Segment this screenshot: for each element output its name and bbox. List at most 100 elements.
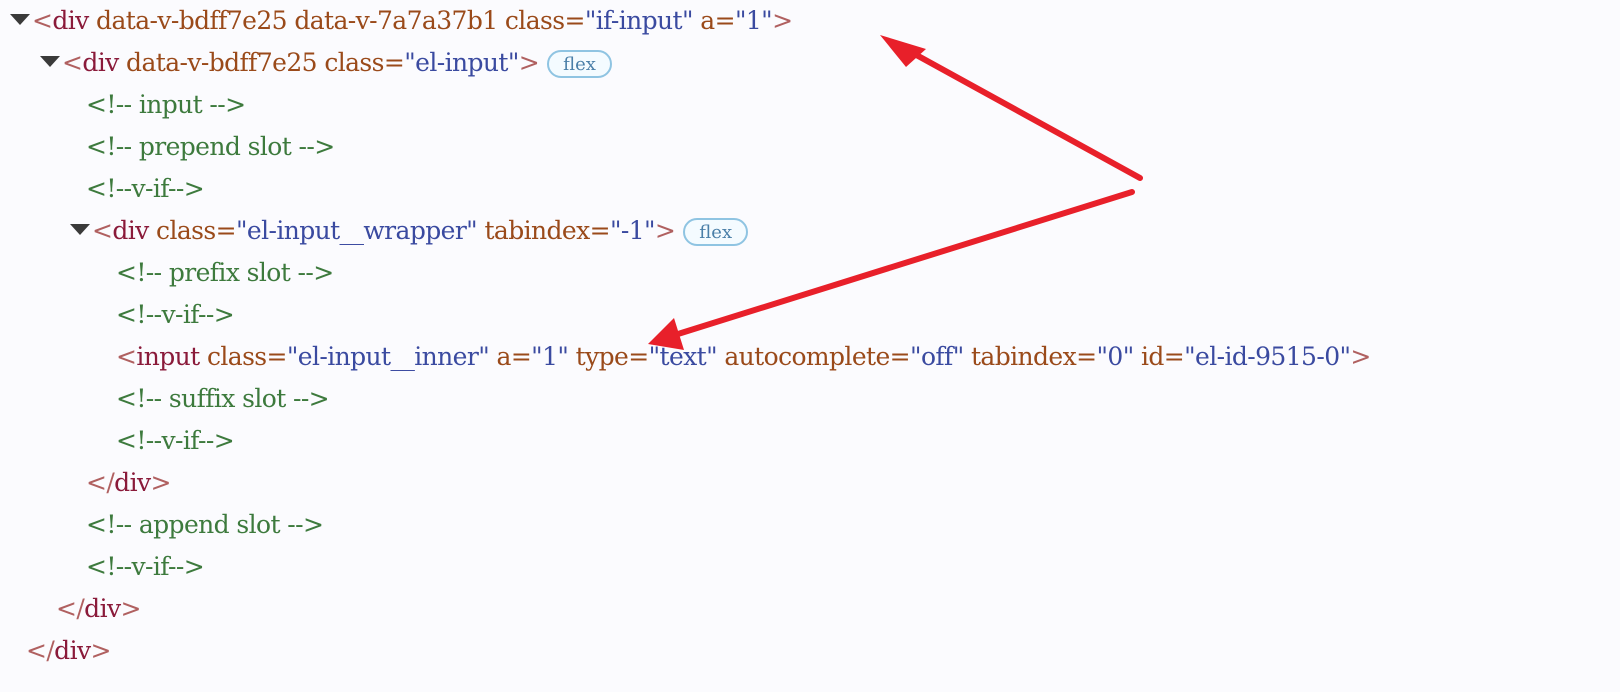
attribute-quote: " (910, 342, 922, 371)
dom-node-line[interactable]: <div class="el-input__wrapper" tabindex=… (70, 211, 749, 251)
attribute-quote: " (706, 342, 718, 371)
attribute-quote: " (557, 342, 569, 371)
attribute-equals: = (628, 342, 649, 371)
tag-name: div (84, 594, 121, 623)
attribute-quote: " (1184, 342, 1196, 371)
attribute-equals: = (383, 48, 405, 77)
dom-comment-line[interactable]: <!--v-if--> (116, 295, 235, 335)
attribute-equals: = (714, 6, 736, 35)
dom-comment-line[interactable]: <!-- input --> (86, 85, 246, 125)
attribute-quote: " (761, 6, 773, 35)
dom-comment-line[interactable]: <!--v-if--> (86, 547, 205, 587)
attribute-value: 1 (745, 6, 762, 35)
attribute-value: el-input__inner (297, 342, 479, 371)
attribute-name: id (1140, 342, 1164, 371)
bracket-open: </ (86, 468, 115, 497)
dom-node-line[interactable]: </div> (86, 463, 171, 503)
dom-node-line[interactable]: <div data-v-bdff7e25 data-v-7a7a37b1 cla… (10, 1, 793, 41)
tag-name: div (52, 6, 89, 35)
dom-node-line[interactable]: </div> (56, 589, 141, 629)
bracket-open: </ (26, 636, 55, 665)
attribute-value: -1 (620, 216, 645, 245)
dom-node-line[interactable]: <div data-v-bdff7e25 class="el-input"> fl… (40, 43, 612, 83)
attribute-name: type (575, 342, 629, 371)
attribute-quote: " (478, 342, 490, 371)
bracket-close: > (654, 216, 676, 245)
dom-comment-line[interactable]: <!--v-if--> (116, 421, 235, 461)
tag-name: div (114, 468, 151, 497)
tag-name: div (112, 216, 149, 245)
attribute-quote: " (584, 6, 597, 35)
attribute-value: 1 (542, 342, 558, 371)
attribute-equals: = (889, 342, 911, 371)
comment-text: <!--v-if--> (116, 426, 235, 455)
attribute-quote: " (682, 6, 694, 35)
attribute-equals: = (1163, 342, 1185, 371)
attribute-quote: " (952, 342, 965, 371)
attribute-quote: " (734, 6, 747, 35)
attribute-equals: = (266, 342, 288, 371)
attribute-quote: " (644, 216, 656, 245)
attribute-value: if-input (595, 6, 683, 35)
attribute-equals: = (1076, 342, 1097, 371)
tag-name: div (82, 48, 119, 77)
attribute-quote: " (404, 48, 416, 77)
expand-triangle-icon[interactable] (40, 56, 60, 67)
bracket-close: > (518, 48, 540, 77)
dom-node-line[interactable]: <input class="el-input__inner" a="1" typ… (116, 337, 1371, 377)
attribute-equals: = (510, 342, 532, 371)
comment-text: <!--v-if--> (116, 300, 235, 329)
comment-text: <!-- prepend slot --> (86, 132, 335, 161)
tag-name: div (54, 636, 91, 665)
bracket-open: < (92, 216, 113, 245)
attribute-quote: " (609, 216, 622, 245)
bracket-open: < (116, 342, 137, 371)
dom-comment-line[interactable]: <!-- suffix slot --> (116, 379, 330, 419)
attribute-quote: " (466, 216, 478, 245)
flex-badge[interactable]: flex (547, 49, 612, 78)
attribute-quote: " (1096, 342, 1108, 371)
attribute-name: a (496, 342, 512, 371)
attribute-name: data-v-7a7a37b1 (294, 6, 498, 35)
attribute-name: class (206, 342, 267, 371)
comment-text: <!-- input --> (86, 90, 246, 119)
dom-comment-line[interactable]: <!--v-if--> (86, 169, 205, 209)
attribute-equals: = (589, 216, 611, 245)
attribute-quote: " (507, 48, 520, 77)
bracket-open: </ (56, 594, 85, 623)
bracket-open: < (62, 48, 83, 77)
attribute-name: data-v-bdff7e25 (126, 48, 318, 77)
comment-text: <!--v-if--> (86, 552, 205, 581)
attribute-value: el-input (415, 48, 508, 77)
expand-triangle-icon[interactable] (70, 224, 90, 235)
attribute-name: class (156, 216, 216, 245)
attribute-quote: " (648, 342, 661, 371)
attribute-equals: = (564, 6, 585, 35)
comment-text: <!-- append slot --> (86, 510, 324, 539)
attribute-value: text (659, 342, 707, 371)
comment-text: <!-- suffix slot --> (116, 384, 330, 413)
attribute-equals: = (215, 216, 237, 245)
dom-node-line[interactable]: </div> (26, 631, 111, 671)
bracket-open: < (32, 6, 53, 35)
bracket-close: > (1350, 342, 1371, 371)
attribute-quote: " (286, 342, 299, 371)
attribute-name: autocomplete (724, 342, 890, 371)
bracket-close: > (150, 468, 172, 497)
expand-triangle-icon[interactable] (10, 14, 30, 25)
comment-text: <!-- prefix slot --> (116, 258, 334, 287)
bracket-close: > (90, 636, 112, 665)
flex-badge[interactable]: flex (683, 217, 749, 246)
dom-comment-line[interactable]: <!-- append slot --> (86, 505, 324, 545)
attribute-value: 0 (1107, 342, 1123, 371)
dom-comment-line[interactable]: <!-- prepend slot --> (86, 127, 335, 167)
attribute-value: off (920, 342, 953, 371)
attribute-name: tabindex (484, 216, 590, 245)
attribute-name: class (504, 6, 565, 35)
comment-text: <!--v-if--> (86, 174, 205, 203)
tag-name: input (136, 342, 200, 371)
dom-comment-line[interactable]: <!-- prefix slot --> (116, 253, 334, 293)
attribute-name: a (700, 6, 715, 35)
attribute-name: tabindex (970, 342, 1077, 371)
attribute-value: el-input__wrapper (246, 216, 467, 245)
